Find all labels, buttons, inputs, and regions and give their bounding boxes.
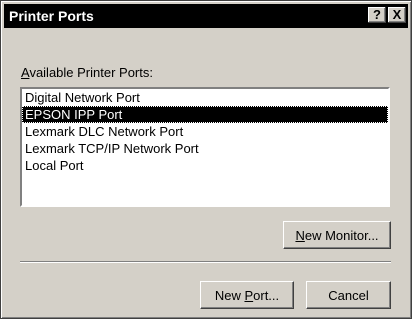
list-item-local-port[interactable]: Local Port bbox=[22, 157, 388, 174]
printer-ports-dialog: Printer Ports ? X Available Printer Port… bbox=[0, 0, 412, 319]
help-button[interactable]: ? bbox=[368, 7, 386, 23]
new-port-accelerator: P bbox=[244, 288, 254, 303]
new-monitor-accelerator: N bbox=[295, 228, 305, 243]
separator-line bbox=[20, 261, 391, 263]
list-item-digital-network-port[interactable]: Digital Network Port bbox=[22, 89, 388, 106]
new-monitor-text: ew Monitor... bbox=[304, 228, 379, 243]
new-monitor-button[interactable]: New Monitor... bbox=[283, 221, 391, 249]
title-bar[interactable]: Printer Ports ? X bbox=[4, 4, 408, 28]
list-item-lexmark-tcpip-network-port[interactable]: Lexmark TCP/IP Network Port bbox=[22, 140, 388, 157]
available-ports-listbox[interactable]: Digital Network Port EPSON IPP Port Lexm… bbox=[20, 87, 390, 207]
list-item-epson-ipp-port[interactable]: EPSON IPP Port bbox=[22, 106, 388, 123]
list-item-lexmark-dlc-network-port[interactable]: Lexmark DLC Network Port bbox=[22, 123, 388, 140]
label-text: vailable Printer Ports: bbox=[29, 65, 153, 80]
new-port-text-rest: ort... bbox=[253, 288, 280, 303]
cancel-button[interactable]: Cancel bbox=[306, 281, 391, 309]
close-button[interactable]: X bbox=[388, 7, 406, 23]
dialog-title: Printer Ports bbox=[9, 8, 94, 24]
available-ports-label: Available Printer Ports: bbox=[21, 65, 153, 80]
new-port-button[interactable]: New Port... bbox=[200, 281, 294, 309]
new-port-text-pre: New bbox=[214, 288, 245, 303]
